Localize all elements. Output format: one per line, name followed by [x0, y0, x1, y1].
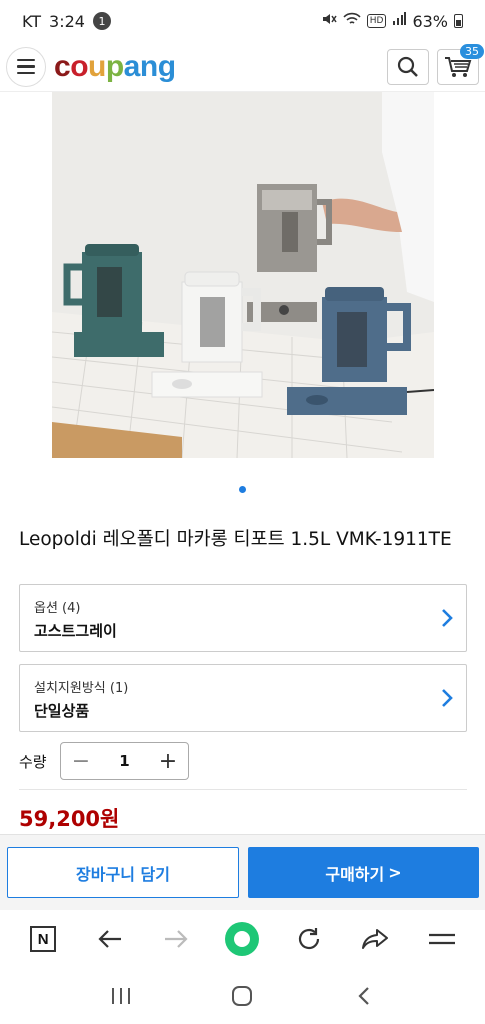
battery-percent: 63% — [412, 11, 448, 31]
option-value: 고스트그레이 — [34, 622, 117, 640]
wifi-icon — [343, 12, 361, 30]
logo-letter: g — [157, 49, 176, 83]
home-icon — [232, 986, 253, 1006]
system-home-button[interactable] — [222, 976, 262, 1016]
forward-button[interactable] — [156, 919, 196, 959]
option-color-selector[interactable]: 옵션 (4) 고스트그레이 — [19, 584, 467, 652]
battery-icon — [454, 14, 463, 28]
menu-icon — [428, 933, 455, 945]
system-back-button[interactable] — [344, 976, 384, 1016]
option-label: 설치지원방식 (1) — [34, 681, 129, 696]
system-navigation — [0, 968, 485, 1024]
product-image[interactable] — [52, 92, 434, 458]
home-circle-icon — [225, 922, 260, 956]
forward-arrow-icon — [165, 930, 188, 948]
coupang-logo[interactable]: coupang — [54, 50, 176, 84]
search-icon — [397, 56, 418, 77]
clock: 3:24 — [49, 11, 85, 31]
back-icon — [358, 987, 369, 1005]
logo-letter: n — [139, 49, 158, 83]
logo-letter: a — [123, 49, 141, 83]
browser-toolbar: N — [0, 910, 485, 968]
quantity-value[interactable]: 1 — [119, 752, 129, 770]
logo-letter: p — [105, 49, 124, 83]
option-install-selector[interactable]: 설치지원방식 (1) 단일상품 — [19, 664, 467, 732]
mute-icon — [321, 12, 337, 30]
notification-badge: 1 — [92, 12, 111, 30]
tabs-button[interactable]: N — [23, 919, 63, 959]
tabs-icon: N — [30, 926, 57, 952]
cart-button[interactable]: 35 — [437, 43, 484, 85]
plus-icon[interactable]: + — [158, 749, 178, 774]
signal-icon — [392, 12, 407, 30]
reload-icon — [298, 928, 319, 950]
option-value: 단일상품 — [34, 702, 90, 720]
status-bar: KT 3:24 1 HD 63% — [0, 0, 485, 42]
option-label: 옵션 (4) — [34, 601, 81, 616]
purchase-bar: 장바구니 담기 구매하기 > — [0, 834, 485, 910]
hd-icon: HD — [366, 14, 387, 28]
search-button[interactable] — [387, 48, 429, 85]
browser-menu-button[interactable] — [422, 919, 462, 959]
share-button[interactable] — [355, 919, 395, 959]
app-header: coupang 35 — [0, 42, 485, 92]
minus-icon[interactable]: − — [71, 749, 91, 774]
quantity-row: 수량 − 1 + — [19, 742, 189, 780]
product-title: Leopoldi 레오폴디 마카롱 티포트 1.5L VMK-1911TE — [19, 529, 452, 550]
cart-count-badge: 35 — [460, 43, 484, 59]
product-price: 59,200원 — [19, 807, 120, 831]
buy-now-button[interactable]: 구매하기 > — [248, 847, 479, 898]
chevron-right-icon — [442, 609, 453, 627]
chevron-right-icon — [442, 689, 453, 707]
home-button[interactable] — [222, 919, 262, 959]
logo-letter: u — [88, 49, 106, 83]
buy-now-label: 구매하기 — [325, 864, 385, 884]
pagination-dot-active[interactable] — [239, 486, 246, 493]
divider — [19, 789, 467, 790]
add-to-cart-button[interactable]: 장바구니 담기 — [7, 847, 239, 898]
chevron-right-icon: > — [388, 863, 402, 882]
reload-button[interactable] — [289, 919, 329, 959]
image-pagination[interactable] — [0, 486, 485, 493]
quantity-label: 수량 — [19, 752, 47, 771]
carrier-label: KT — [22, 11, 42, 31]
menu-button[interactable] — [6, 46, 46, 87]
recent-apps-icon — [111, 988, 130, 1004]
recent-apps-button[interactable] — [101, 976, 141, 1016]
back-button[interactable] — [90, 919, 130, 959]
back-arrow-icon — [98, 930, 121, 948]
menu-icon — [17, 58, 35, 62]
quantity-stepper: − 1 + — [60, 742, 189, 780]
logo-letter: c — [54, 49, 71, 83]
share-icon — [362, 929, 389, 949]
logo-letter: o — [70, 49, 89, 83]
